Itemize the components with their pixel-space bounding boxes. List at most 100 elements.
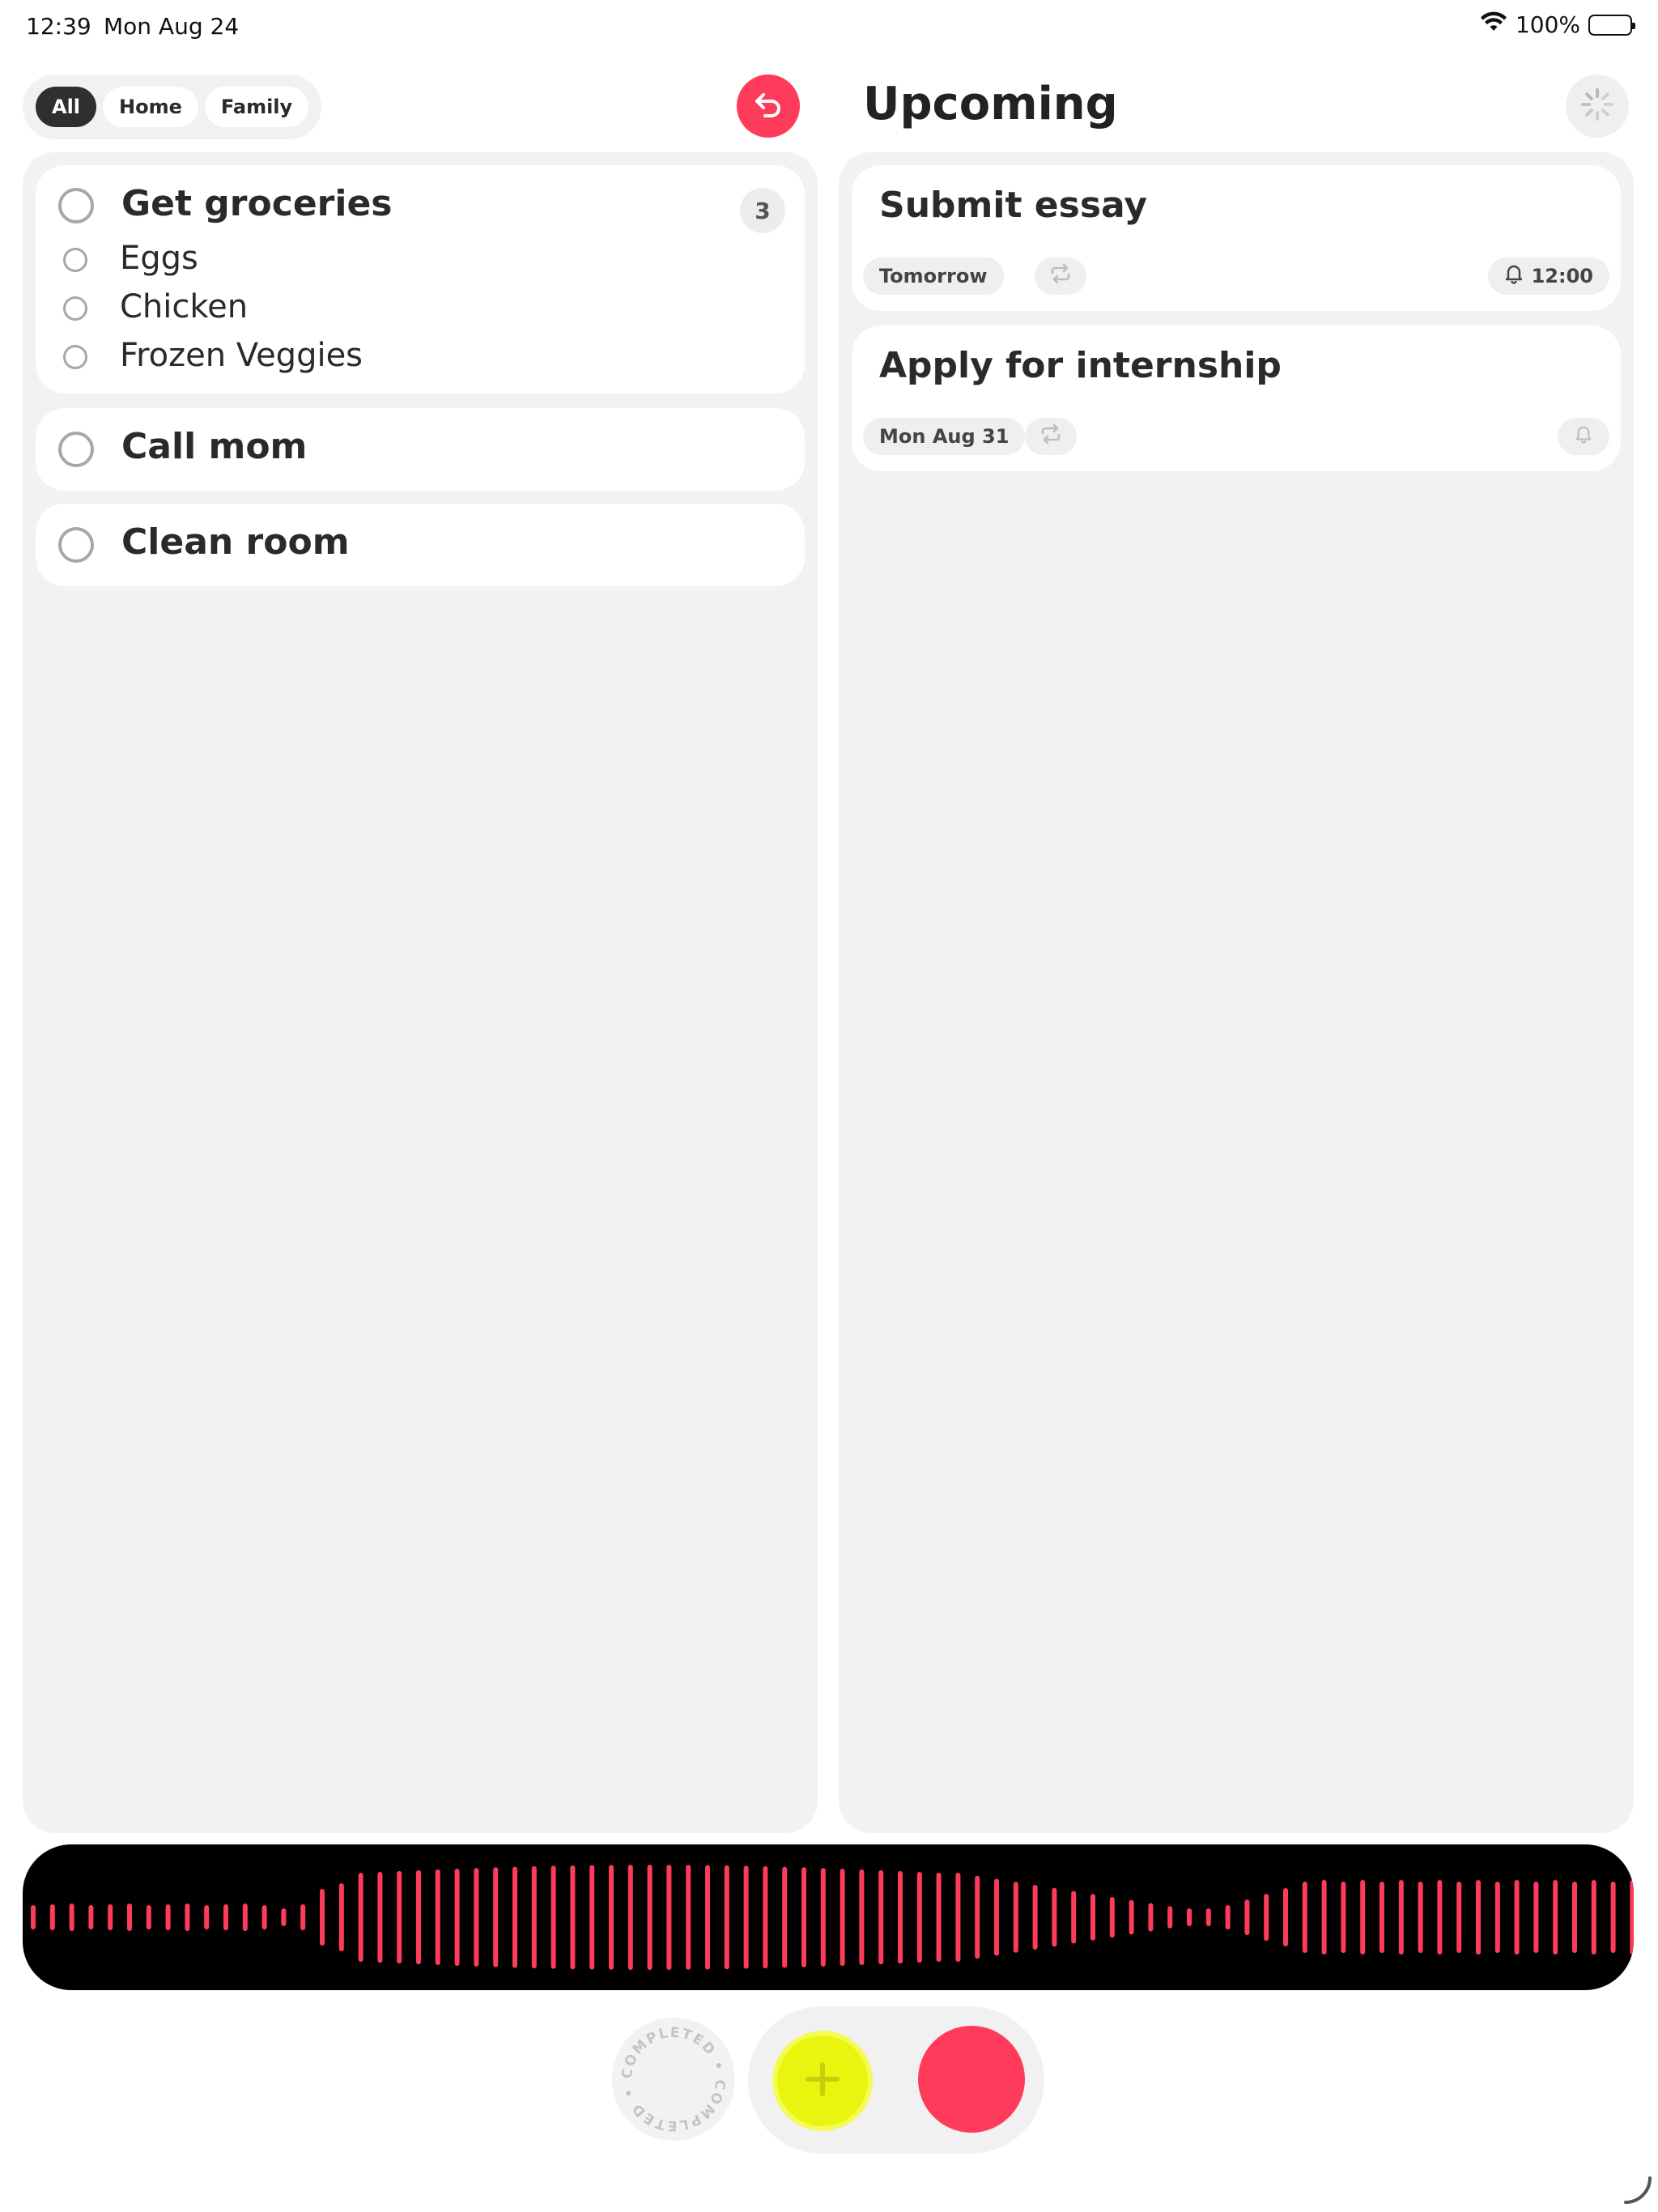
record-button[interactable]: [918, 2026, 1025, 2133]
waveform-bar: [1380, 1882, 1384, 1953]
waveform-bar: [551, 1865, 556, 1969]
undo-button[interactable]: [737, 74, 800, 138]
task-card-clean-room[interactable]: Clean room: [36, 504, 805, 586]
waveform-bar: [763, 1865, 768, 1969]
waveform-bar: [686, 1865, 691, 1970]
waveform-bar: [1572, 1882, 1577, 1953]
waveform-bar: [570, 1865, 576, 1970]
waveform-bar: [609, 1865, 614, 1970]
task-card-groceries[interactable]: Get groceries 3 Eggs Chicken Frozen Vegg…: [36, 165, 805, 393]
waveform-bar: [1129, 1899, 1134, 1935]
waveform-bar: [108, 1904, 113, 1930]
waveform-bar: [474, 1868, 479, 1967]
waveform-bar: [1205, 1908, 1211, 1926]
reminder-time: 12:00: [1531, 265, 1593, 287]
waveform-bar: [1244, 1899, 1250, 1935]
waveform-bar: [936, 1873, 942, 1962]
waveform-bar: [724, 1865, 729, 1970]
waveform-bar: [204, 1905, 210, 1929]
completed-button[interactable]: COMPLETED • COMPLETED •: [612, 2018, 735, 2141]
waveform-bar: [1533, 1882, 1539, 1953]
reminder-button[interactable]: [1558, 418, 1609, 455]
waveform-bar: [1553, 1880, 1558, 1955]
waveform-bar: [801, 1867, 806, 1967]
waveform-bar: [1283, 1888, 1288, 1946]
waveform-bar: [1321, 1880, 1327, 1955]
waveform-bar: [223, 1904, 228, 1930]
subtask-checkbox[interactable]: [63, 248, 87, 272]
waveform-bar: [1071, 1891, 1077, 1944]
waveform-bar: [1456, 1882, 1462, 1953]
waveform-bar: [165, 1904, 171, 1930]
waveform-bars: [31, 1865, 1634, 1970]
loading-spinner-icon: [1578, 85, 1617, 127]
task-title: Call mom: [121, 426, 308, 467]
repeat-icon: [1039, 423, 1062, 449]
waveform-bar: [281, 1908, 287, 1926]
task-checkbox[interactable]: [58, 527, 94, 563]
filter-bar: All Home Family: [23, 74, 322, 139]
waveform-bar: [1225, 1905, 1231, 1929]
upcoming-panel: Submit essay Tomorrow 12:00 Apply for in…: [839, 152, 1634, 1833]
status-time: 12:39: [26, 13, 91, 40]
subtask-label: Eggs: [120, 240, 198, 277]
waveform-bar: [1514, 1880, 1520, 1955]
waveform-bar: [512, 1866, 517, 1968]
status-date: Mon Aug 24: [104, 13, 240, 40]
upcoming-card-submit-essay[interactable]: Submit essay Tomorrow 12:00: [852, 165, 1621, 311]
due-date-tag[interactable]: Tomorrow: [863, 257, 1004, 295]
waveform-bar: [1302, 1882, 1307, 1953]
subtask-checkbox[interactable]: [63, 345, 87, 369]
waveform-bar: [300, 1904, 306, 1930]
task-card-call-mom[interactable]: Call mom: [36, 408, 805, 491]
waveform-bar: [955, 1873, 961, 1962]
battery-icon: [1588, 14, 1635, 36]
repeat-button[interactable]: [1025, 418, 1077, 455]
task-checkbox[interactable]: [58, 188, 94, 223]
subtask-checkbox[interactable]: [63, 296, 87, 321]
waveform-bar: [435, 1869, 440, 1965]
waveform-bar: [647, 1865, 653, 1970]
waveform-bar: [1032, 1885, 1038, 1950]
waveform-bar: [1264, 1894, 1269, 1941]
upcoming-item-title: Submit essay: [879, 185, 1148, 226]
plus-icon: [803, 2060, 842, 2102]
upcoming-card-internship[interactable]: Apply for internship Mon Aug 31: [852, 325, 1621, 471]
sync-button[interactable]: [1566, 74, 1629, 138]
filter-all[interactable]: All: [36, 87, 97, 127]
waveform-bar: [1610, 1882, 1616, 1953]
waveform-bar: [666, 1865, 672, 1970]
reminder-tag[interactable]: 12:00: [1487, 257, 1609, 295]
waveform-bar: [320, 1889, 325, 1946]
filter-family[interactable]: Family: [204, 87, 309, 127]
due-date-tag[interactable]: Mon Aug 31: [863, 418, 1026, 455]
waveform-bar: [1591, 1880, 1596, 1955]
waveform-bar: [397, 1870, 402, 1964]
waveform-bar: [1167, 1906, 1173, 1929]
corner-indicator-icon: [1622, 2175, 1655, 2210]
waveform-bar: [261, 1905, 267, 1929]
subtask-label: Chicken: [120, 288, 249, 325]
waveform-bar: [1109, 1897, 1115, 1938]
repeat-button[interactable]: [1035, 257, 1086, 295]
waveform-bar: [878, 1870, 884, 1965]
filter-home[interactable]: Home: [103, 87, 198, 127]
task-list-panel: Get groceries 3 Eggs Chicken Frozen Vegg…: [23, 152, 818, 1833]
waveform-bar: [242, 1904, 248, 1931]
task-title: Clean room: [121, 521, 350, 563]
waveform-bar: [88, 1905, 94, 1929]
subtask-label: Frozen Veggies: [120, 337, 363, 374]
add-task-button[interactable]: [772, 2031, 873, 2131]
waveform-bar: [49, 1904, 55, 1930]
waveform-bar: [31, 1905, 36, 1929]
audio-waveform[interactable]: [23, 1844, 1634, 1990]
waveform-bar: [1090, 1894, 1095, 1941]
waveform-bar: [840, 1869, 845, 1966]
bell-icon: [1504, 263, 1524, 289]
task-checkbox[interactable]: [58, 432, 94, 467]
task-title: Get groceries: [121, 183, 393, 224]
waveform-bar: [1360, 1880, 1366, 1955]
waveform-bar: [185, 1904, 190, 1931]
completed-badge-ring: COMPLETED • COMPLETED •: [619, 2025, 727, 2133]
upcoming-title: Upcoming: [863, 78, 1118, 130]
